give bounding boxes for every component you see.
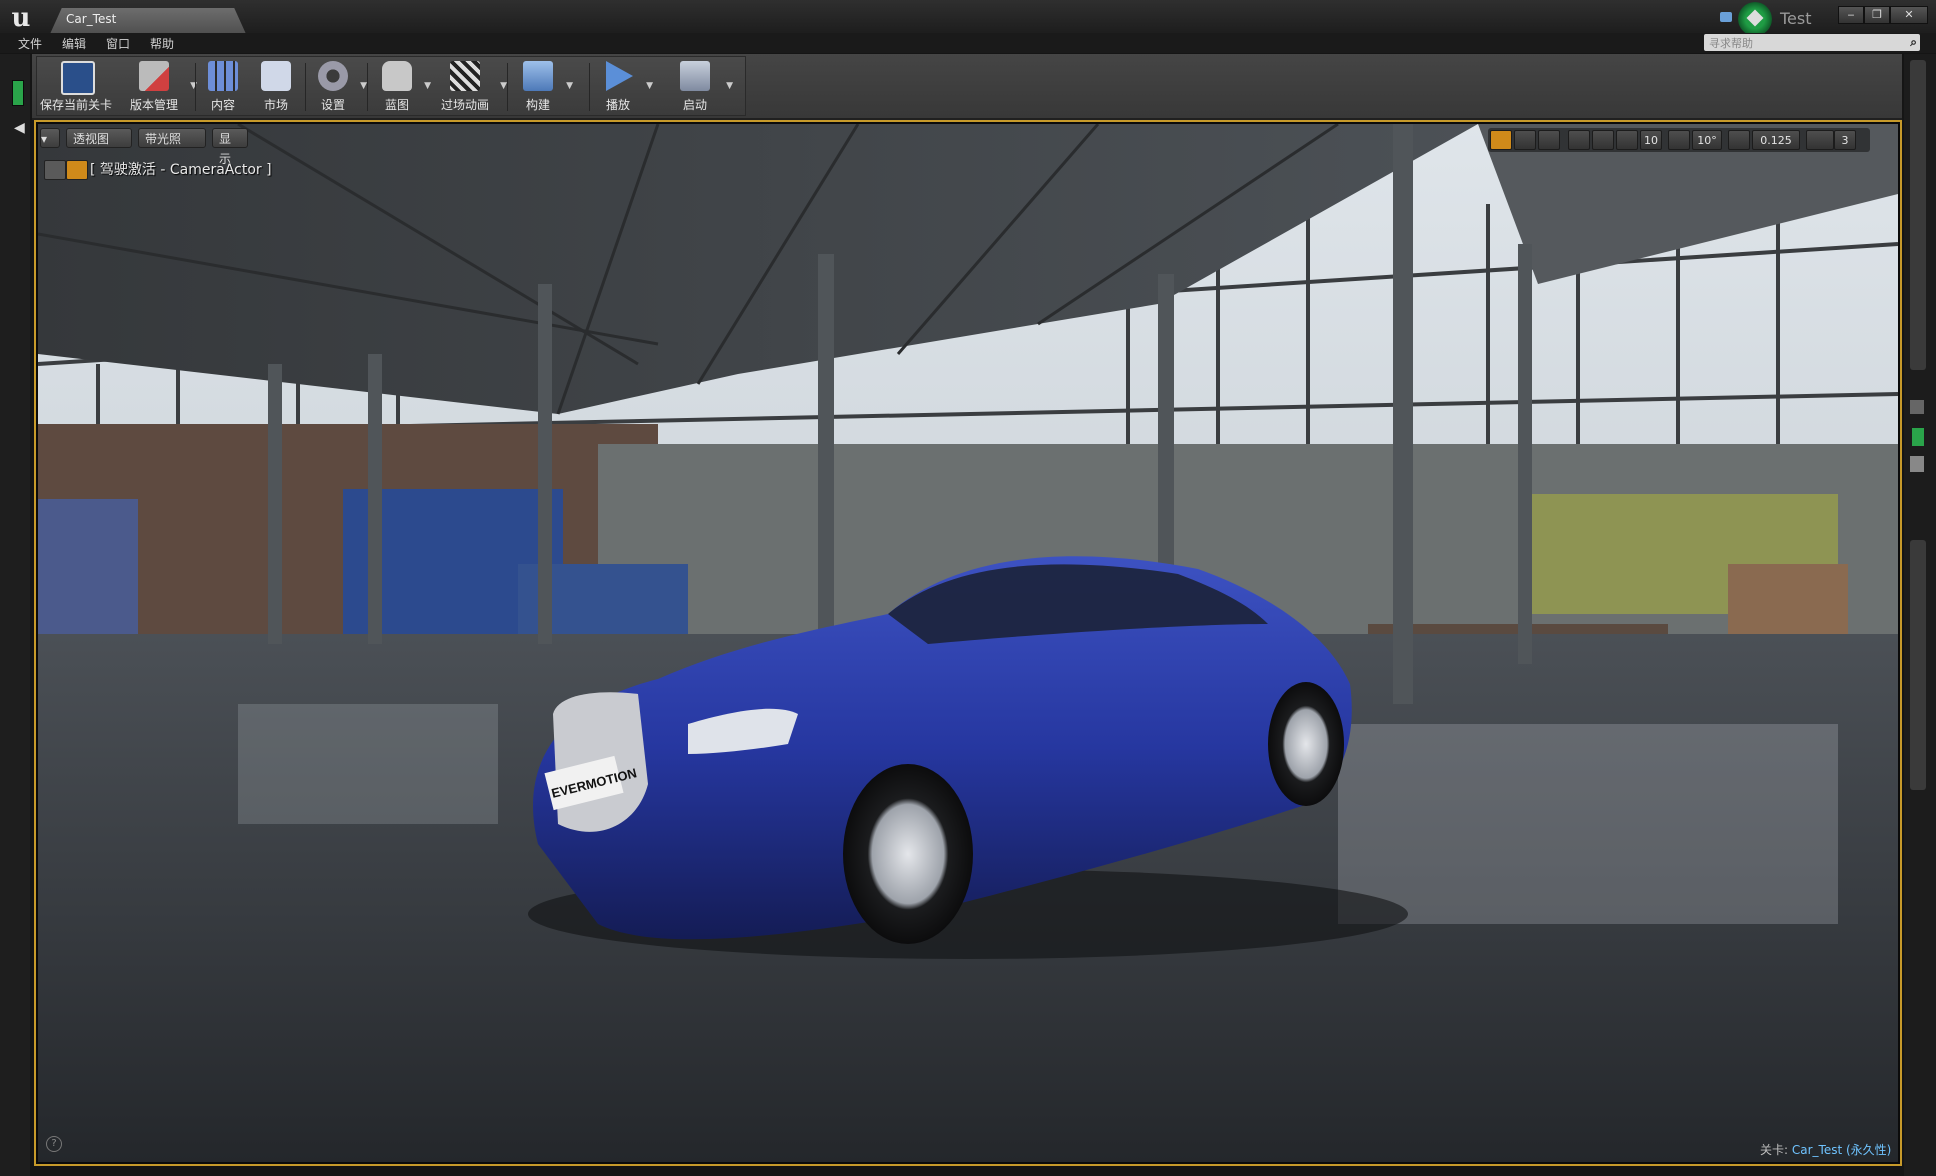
cinematics-label: 过场动画 — [440, 98, 489, 112]
chevron-down-icon[interactable]: ▼ — [360, 81, 367, 91]
camera-speed-value[interactable]: 3 — [1834, 130, 1856, 150]
chevron-down-icon[interactable]: ▼ — [500, 81, 507, 91]
chevron-down-icon[interactable]: ▼ — [726, 81, 733, 91]
unreal-logo-icon[interactable]: u — [6, 4, 36, 32]
content-button[interactable]: 内容 — [199, 57, 247, 115]
grid-size-value[interactable]: 10 — [1640, 130, 1662, 150]
blueprints-label: 蓝图 — [384, 98, 409, 112]
monitor-icon — [680, 61, 710, 91]
level-name: Car_Test (永久性) — [1791, 1143, 1892, 1157]
add-tab-icon[interactable] — [1912, 428, 1924, 446]
marketplace-button[interactable]: 市场 — [251, 57, 301, 115]
menu-window[interactable]: 窗口 — [106, 35, 130, 52]
play-label: 播放 — [605, 98, 630, 112]
modes-tab[interactable] — [12, 80, 24, 106]
scale-snap-icon[interactable] — [1728, 130, 1750, 150]
play-button[interactable]: 播放 ▼ — [593, 57, 653, 115]
show-button[interactable]: 显示 — [212, 128, 248, 166]
panel-tab-icon[interactable] — [1910, 400, 1924, 414]
grid-snap-icon[interactable] — [1616, 130, 1638, 150]
details-tab-icon[interactable] — [1910, 456, 1924, 472]
restore-button[interactable]: ❐ — [1864, 6, 1890, 24]
doorway — [38, 499, 138, 634]
content-label: 内容 — [210, 98, 235, 112]
left-strip — [0, 54, 30, 1176]
front-wheel — [843, 764, 973, 944]
blueprint-icon — [382, 61, 412, 91]
source-control-icon — [139, 61, 169, 91]
play-icon — [606, 61, 633, 91]
save-current-level-button[interactable]: 保存当前关卡 — [37, 57, 115, 115]
rear-wheel — [1268, 682, 1344, 806]
camera-pilot-icon[interactable] — [66, 160, 88, 180]
launch-label: 启动 — [682, 98, 707, 112]
surface-snap-icon[interactable] — [1592, 130, 1614, 150]
build-icon — [523, 61, 553, 91]
snap-toolbar: 10 10° 0.125 3 — [1488, 128, 1870, 152]
perspective-button[interactable]: 透视图 — [66, 128, 132, 148]
level-tab-title: Car_Test — [66, 12, 117, 26]
menu-help[interactable]: 帮助 — [150, 35, 174, 52]
help-icon[interactable]: ? — [46, 1136, 62, 1152]
content-icon — [208, 61, 238, 91]
camera-speed-icon[interactable] — [1806, 130, 1834, 150]
viewport-scene[interactable]: EVERMOTION — [38, 124, 1898, 1162]
settings-button[interactable]: 设置 ▼ — [309, 57, 367, 115]
lit-mode-button[interactable]: 带光照 — [138, 128, 206, 148]
marketplace-icon — [261, 61, 291, 91]
pilot-status-text: [ 驾驶激活 - CameraActor ] — [90, 162, 272, 178]
rotate-icon[interactable] — [1538, 130, 1560, 150]
source-control-status-icon[interactable] — [1738, 2, 1772, 36]
minimize-button[interactable]: ‒ — [1838, 6, 1864, 24]
chat-icon[interactable] — [1720, 12, 1732, 22]
title-bar: u Car_Test Test ‒ ❐ ✕ — [0, 0, 1936, 36]
build-label: 构建 — [525, 98, 550, 112]
lit-label: 带光照 — [145, 132, 182, 146]
level-tab[interactable]: Car_Test — [50, 8, 246, 34]
translate-icon[interactable] — [1514, 130, 1536, 150]
rotation-snap-icon[interactable] — [1668, 130, 1690, 150]
source-control-label: 版本管理 — [129, 98, 178, 112]
select-mode-icon[interactable] — [1490, 130, 1512, 150]
chevron-down-icon[interactable]: ▼ — [646, 81, 653, 91]
viewport-options-button[interactable]: ▾ — [40, 128, 60, 148]
cinematics-button[interactable]: 过场动画 ▼ — [433, 57, 507, 115]
blueprints-button[interactable]: 蓝图 ▼ — [373, 57, 431, 115]
menu-bar: 文件 编辑 窗口 帮助 — [0, 33, 1936, 53]
menu-edit[interactable]: 编辑 — [62, 35, 86, 52]
save-icon — [61, 61, 95, 95]
level-info: 关卡: Car_Test (永久性) — [1760, 1141, 1891, 1158]
search-placeholder: 寻求帮助 — [1709, 37, 1753, 50]
eject-icon[interactable] — [44, 160, 66, 180]
search-icon[interactable]: ⌕ — [1910, 35, 1917, 50]
help-search-input[interactable]: 寻求帮助 ⌕ — [1704, 34, 1920, 51]
settings-label: 设置 — [320, 98, 345, 112]
perspective-label: 透视图 — [73, 132, 110, 146]
rotation-snap-value[interactable]: 10° — [1692, 130, 1722, 150]
close-button[interactable]: ✕ — [1890, 6, 1928, 24]
build-button[interactable]: 构建 ▼ — [513, 57, 573, 115]
collapse-arrow-icon[interactable]: ◀ — [14, 120, 25, 136]
launch-button[interactable]: 启动 ▼ — [667, 57, 733, 115]
scrollbar[interactable] — [1910, 60, 1926, 370]
world-space-icon[interactable] — [1568, 130, 1590, 150]
clapperboard-icon — [450, 61, 480, 91]
source-control-button[interactable]: 版本管理 ▼ — [121, 57, 197, 115]
marketplace-label: 市场 — [263, 98, 288, 112]
project-name: Test — [1780, 9, 1812, 28]
save-label: 保存当前关卡 — [39, 98, 112, 112]
chevron-down-icon[interactable]: ▼ — [424, 81, 431, 91]
level-label: 关卡: — [1760, 1143, 1789, 1157]
scale-snap-value[interactable]: 0.125 — [1752, 130, 1800, 150]
gear-icon — [318, 61, 348, 91]
toolbar-panel: 保存当前关卡 版本管理 ▼ 内容 市场 设置 ▼ 蓝图 ▼ 过场动画 ▼ 构建 … — [36, 56, 746, 116]
scrollbar-lower[interactable] — [1910, 540, 1926, 790]
chevron-down-icon[interactable]: ▼ — [566, 81, 573, 91]
menu-file[interactable]: 文件 — [18, 35, 42, 52]
